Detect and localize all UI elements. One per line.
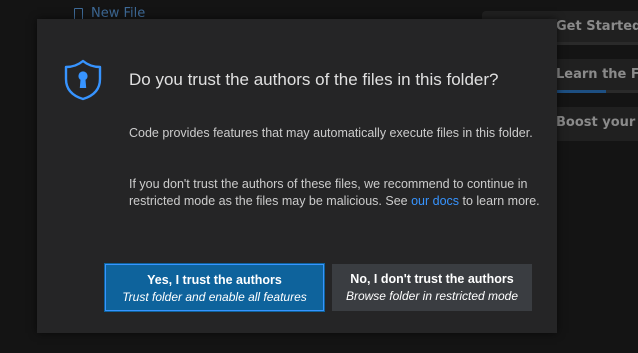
dialog-title: Do you trust the authors of the files in… <box>129 70 499 89</box>
walkthrough-label: Get Started with VS Code <box>556 19 638 34</box>
docs-link[interactable]: our docs <box>411 194 459 208</box>
dialog-description: Code provides features that may automati… <box>129 126 533 140</box>
workspace-trust-dialog: Do you trust the authors of the files in… <box>37 19 557 333</box>
walkthrough-label: Boost your Productivity <box>556 115 638 130</box>
new-file-icon <box>74 7 83 20</box>
trust-button-sublabel: Trust folder and enable all features <box>122 290 307 304</box>
distrust-button-label: No, I don't trust the authors <box>350 272 514 286</box>
walkthrough-label: Learn the Fundamentals <box>556 67 638 82</box>
shield-lock-icon <box>64 59 102 101</box>
warning-text-end: to learn more. <box>459 194 540 208</box>
trust-button-label: Yes, I trust the authors <box>147 273 282 287</box>
dialog-warning: If you don't trust the authors of these … <box>129 176 541 210</box>
distrust-authors-button[interactable]: No, I don't trust the authors Browse fol… <box>332 264 532 311</box>
distrust-button-sublabel: Browse folder in restricted mode <box>345 289 519 303</box>
trust-authors-button[interactable]: Yes, I trust the authors Trust folder an… <box>104 263 325 312</box>
